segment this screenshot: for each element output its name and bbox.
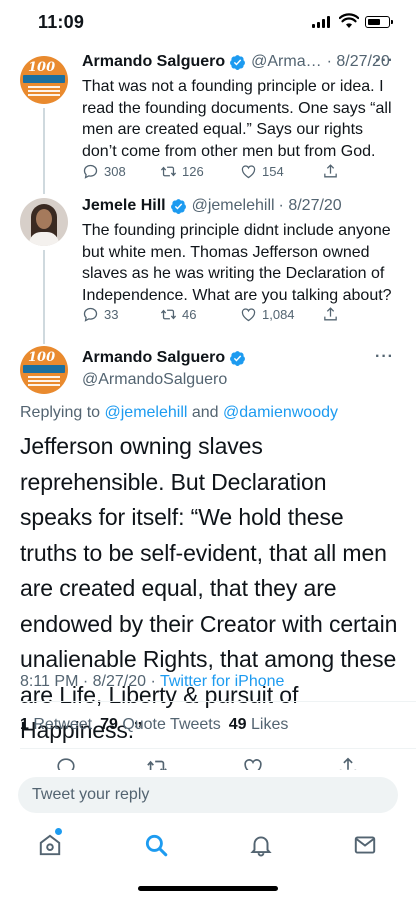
heart-icon	[241, 164, 256, 178]
divider	[20, 701, 416, 702]
verified-badge-icon	[230, 350, 246, 366]
avatar[interactable]: 100	[20, 56, 68, 104]
search-icon	[145, 834, 168, 857]
status-bar: 11:09	[0, 0, 416, 44]
reply-button[interactable]: 33	[82, 306, 118, 323]
home-indicator	[138, 886, 278, 891]
tweet-source-link[interactable]: Twitter for iPhone	[160, 673, 285, 690]
cellular-signal-icon	[312, 16, 330, 28]
heart-icon	[241, 307, 256, 321]
retweet-icon	[160, 309, 177, 319]
retweet-icon	[160, 166, 177, 176]
avatar[interactable]: 100	[20, 346, 68, 394]
tweet-header: Armando Salguero @Arma… · 8/27/20	[82, 53, 390, 71]
bottom-tab-bar	[0, 822, 416, 868]
verified-badge-icon	[230, 54, 246, 70]
mention-link[interactable]: @damienwoody	[223, 404, 338, 421]
unread-dot	[55, 828, 62, 835]
battery-icon	[365, 16, 393, 28]
tweet-timestamp: 8:11 PM · 8/27/20 · Twitter for iPhone	[20, 673, 285, 690]
author-name[interactable]: Armando Salguero	[82, 349, 225, 367]
like-button[interactable]: 154	[240, 163, 284, 180]
tab-messages[interactable]	[352, 832, 378, 858]
tweet-text: That was not a founding principle or ide…	[82, 78, 392, 160]
tab-notifications[interactable]	[248, 832, 274, 858]
reply-count: 33	[104, 306, 119, 322]
replying-to: Replying to @jemelehill and @damienwoody	[20, 404, 338, 421]
tweet-date: · 8/27/20	[278, 197, 342, 214]
author-handle: @ArmandoSalguero	[82, 371, 228, 388]
verified-badge-icon	[170, 198, 186, 214]
like-count: 1,084	[262, 306, 295, 322]
author-handle: @jemelehill	[191, 197, 275, 214]
tweet-stats: 1 Retweet 79 Quote Tweets 49 Likes	[20, 716, 288, 734]
tab-search[interactable]	[143, 832, 169, 858]
retweet-count: 46	[182, 306, 197, 322]
divider	[20, 748, 416, 749]
likes-stat[interactable]: 49 Likes	[229, 716, 289, 734]
thread-tweet[interactable]: Jemele Hill @jemelehill · 8/27/20 The fo…	[0, 192, 416, 332]
share-button[interactable]	[322, 306, 344, 323]
share-icon	[324, 163, 337, 177]
author-name[interactable]: Jemele Hill	[82, 197, 166, 215]
home-icon	[39, 834, 61, 856]
notifications-icon	[250, 836, 272, 857]
messages-icon	[354, 836, 376, 854]
reply-icon[interactable]	[55, 756, 77, 770]
reply-icon	[83, 164, 98, 179]
author-name[interactable]: Armando Salguero	[82, 53, 225, 71]
mention-link[interactable]: @jemelehill	[105, 404, 188, 421]
retweet-button[interactable]: 126	[160, 163, 204, 180]
retweet-icon[interactable]	[146, 756, 168, 770]
tweet-actions: 308 126 154	[82, 161, 342, 181]
tweet-actions: 33 46 1,084	[82, 304, 342, 324]
reply-icon	[83, 307, 98, 322]
main-tweet-actions	[0, 756, 416, 770]
share-button[interactable]	[322, 163, 344, 180]
share-icon[interactable]	[337, 756, 359, 770]
avatar[interactable]	[20, 198, 68, 246]
reply-count: 308	[104, 163, 126, 179]
wifi-icon	[339, 13, 359, 28]
author-handle: @Arma…	[251, 53, 322, 70]
more-options-icon[interactable]: ···	[375, 348, 394, 366]
main-tweet-author: Armando Salguero @ArmandoSalguero	[82, 349, 251, 389]
tweet-text: The founding principle didnt include any…	[82, 222, 392, 304]
tweet-header: Jemele Hill @jemelehill · 8/27/20	[82, 197, 342, 215]
status-time: 11:09	[38, 12, 85, 32]
like-button[interactable]: 1,084	[240, 306, 295, 323]
share-icon	[324, 306, 337, 320]
reply-button[interactable]: 308	[82, 163, 126, 180]
tab-home[interactable]	[37, 828, 63, 858]
retweet-count: 126	[182, 163, 204, 179]
thread-tweet[interactable]: 100 Armando Salguero @Arma… · 8/27/20 ··…	[0, 50, 416, 190]
reply-composer[interactable]	[18, 777, 398, 813]
retweet-button[interactable]: 46	[160, 306, 196, 323]
tweet-reply-input[interactable]	[18, 777, 398, 813]
like-count: 154	[262, 163, 284, 179]
more-options-icon[interactable]: ···	[375, 52, 394, 70]
quote-tweets-stat[interactable]: 79 Quote Tweets	[100, 716, 221, 734]
retweets-stat[interactable]: 1 Retweet	[20, 716, 92, 734]
heart-icon[interactable]	[242, 756, 264, 770]
